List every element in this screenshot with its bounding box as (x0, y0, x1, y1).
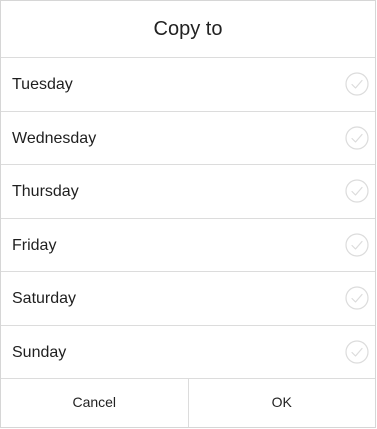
check-circle-icon[interactable] (345, 72, 369, 96)
day-label: Thursday (12, 183, 79, 200)
day-label: Tuesday (12, 76, 73, 93)
check-circle-icon[interactable] (345, 340, 369, 364)
day-list: Tuesday Wednesday Thursday Friday Saturd… (1, 58, 375, 379)
day-row-friday[interactable]: Friday (1, 219, 375, 272)
day-row-thursday[interactable]: Thursday (1, 165, 375, 219)
day-label: Sunday (12, 343, 67, 361)
ok-button[interactable]: OK (189, 378, 376, 427)
day-label: Wednesday (12, 129, 97, 147)
day-row-tuesday[interactable]: Tuesday (1, 58, 375, 112)
dialog-title: Copy to (1, 1, 375, 58)
cancel-button[interactable]: Cancel (1, 378, 189, 427)
copy-to-dialog: Copy to Tuesday Wednesday Thursday Frida… (0, 0, 376, 428)
check-circle-icon[interactable] (345, 233, 369, 257)
day-row-saturday[interactable]: Saturday (1, 272, 375, 326)
check-circle-icon[interactable] (345, 126, 369, 150)
day-row-sunday[interactable]: Sunday (1, 326, 375, 379)
check-circle-icon[interactable] (345, 179, 369, 203)
check-circle-icon[interactable] (345, 286, 369, 310)
day-label: Saturday (12, 290, 77, 307)
day-row-wednesday[interactable]: Wednesday (1, 112, 375, 165)
dialog-footer: Cancel OK (1, 378, 375, 427)
day-label: Friday (12, 236, 57, 254)
